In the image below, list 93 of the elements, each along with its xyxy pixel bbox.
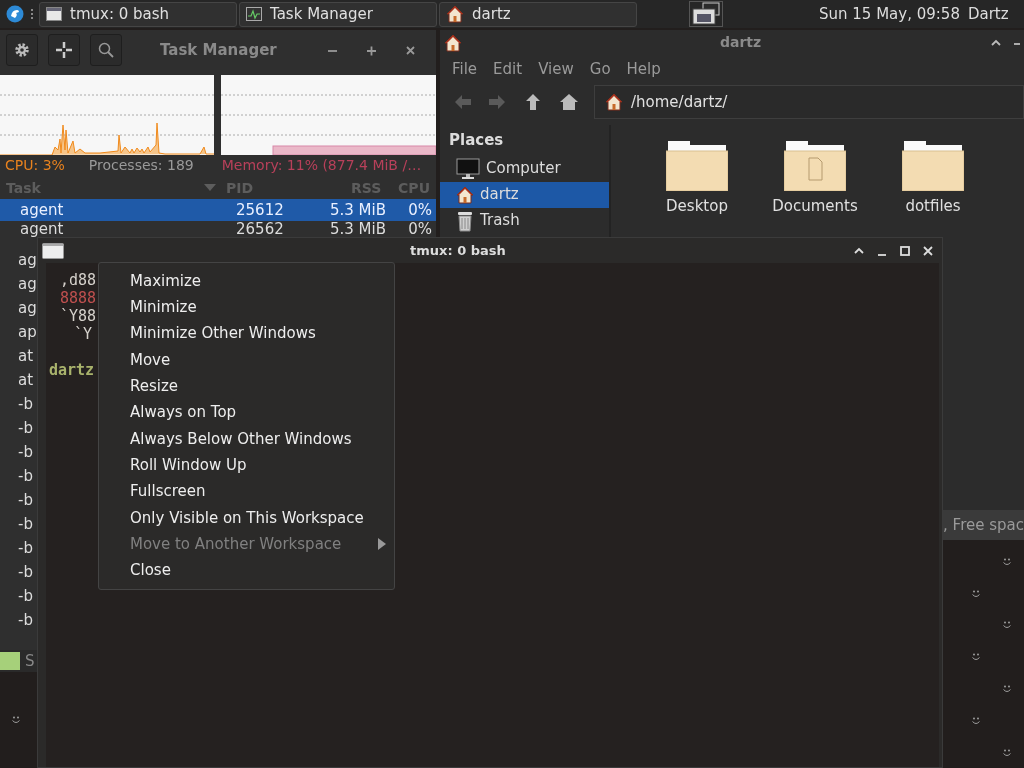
monitor-icon [246,7,262,21]
table-row[interactable]: -b [0,584,37,608]
close-icon[interactable] [922,244,934,257]
menu-item[interactable]: File [444,57,486,81]
table-row[interactable]: ag [0,272,37,296]
home-icon [444,33,462,52]
window-title: Task Manager [160,39,277,61]
table-row[interactable]: at [0,344,37,368]
menu-item[interactable]: Only Visible on This Workspace [99,504,394,531]
start-menu-icon[interactable] [6,5,24,23]
table-row[interactable]: -b [0,608,37,632]
table-row[interactable]: ag [0,248,37,272]
menu-item[interactable]: Minimize [99,294,394,321]
maximize-icon[interactable] [899,244,911,257]
window-title: dartz [720,33,762,52]
user-name[interactable]: Dartz [967,2,1009,26]
menu-item[interactable]: Always on Top [99,399,394,426]
folder-icon [902,139,964,191]
cpu-usage: CPU: 3% [5,155,65,175]
table-row[interactable]: -b [0,560,37,584]
terminal-line: `Y [73,325,93,343]
home-icon[interactable] [558,91,580,113]
window-icon [46,7,62,21]
menu-item[interactable]: Maximize [99,268,394,295]
menu-item[interactable]: Move [99,346,394,374]
terminal-line: `Y88 [59,307,97,325]
taskbar-button[interactable]: dartz [439,1,637,27]
table-row[interactable]: ag [0,296,37,320]
home-icon [456,185,474,204]
menu-item[interactable]: Resize [99,373,394,400]
table-row[interactable]: at [0,368,37,392]
status-indicator [0,652,20,670]
menu-item[interactable]: Fullscreen [99,478,394,505]
menu-item[interactable]: Roll Window Up [99,452,394,479]
settings-button[interactable] [6,34,38,66]
sidebar-item[interactable]: dartz [440,181,609,208]
search-icon [97,41,115,59]
gear-icon [13,41,31,59]
computer-icon [456,157,480,180]
table-row[interactable]: -b [0,464,37,488]
table-row[interactable]: -b [0,512,37,536]
table-row[interactable]: -b [0,488,37,512]
smiley-icon [1003,621,1011,629]
folder-item[interactable]: Desktop [638,139,756,218]
search-button[interactable] [90,34,122,66]
menu-item[interactable]: Help [618,57,669,81]
menu-item[interactable]: View [530,57,582,81]
table-row[interactable]: ap [0,320,37,344]
move-icon [55,41,73,59]
smiley-icon [972,653,980,661]
table-row[interactable]: -b [0,536,37,560]
table-row[interactable]: -b [0,392,37,416]
taskbar-button[interactable]: tmux: 0 bash [39,1,237,27]
workspace-pager-icon[interactable] [689,1,723,27]
menu-item[interactable]: Minimize Other Windows [99,320,394,347]
home-icon [605,93,623,111]
handle-icon [30,8,34,20]
table-row[interactable]: -b [0,440,37,464]
document-folder-icon [784,139,846,191]
menu-item[interactable]: Go [581,57,619,81]
status-text: S [25,650,35,672]
window-title: tmux: 0 bash [410,241,506,260]
sidebar-item[interactable]: Computer [440,155,609,182]
menu-item[interactable]: Always Below Other Windows [99,425,394,453]
trash-icon [456,209,474,232]
sidebar-item[interactable]: Trash [440,207,609,234]
memory-usage: Memory: 11% (877.4 MiB /… [221,155,422,175]
table-row[interactable]: agent 25612 5.3 MiB 0% [0,199,436,221]
clock[interactable]: Sun 15 May, 09:58 [819,2,960,26]
smiley-icon [1003,685,1011,693]
table-row[interactable]: agent 26562 5.3 MiB 0% [0,221,436,237]
move-button[interactable] [48,34,80,66]
taskbar-button[interactable]: Task Manager [239,1,437,27]
smiley-icon [12,716,20,724]
terminal-line: 8888 [59,289,97,307]
status-text: , Free spac [943,514,1024,536]
terminal-line: ,d88 [59,271,97,289]
table-row[interactable]: -b [0,416,37,440]
smiley-icon [972,717,980,725]
window-icon [42,242,64,259]
terminal-line: dartz [48,361,95,379]
home-icon [446,5,464,23]
smiley-icon [972,590,980,598]
process-count: Processes: 189 [88,155,194,175]
location-field[interactable]: /home/dartz/ [594,85,1024,119]
folder-icon [666,139,728,191]
menu-item[interactable]: Close [99,557,394,584]
menu-item[interactable]: Edit [485,57,531,81]
folder-item[interactable]: Documents [756,139,874,218]
folder-item[interactable]: dotfiles [874,139,992,218]
section-heading: Places [448,130,505,151]
smiley-icon [1003,749,1011,757]
smiley-icon [1003,558,1011,566]
